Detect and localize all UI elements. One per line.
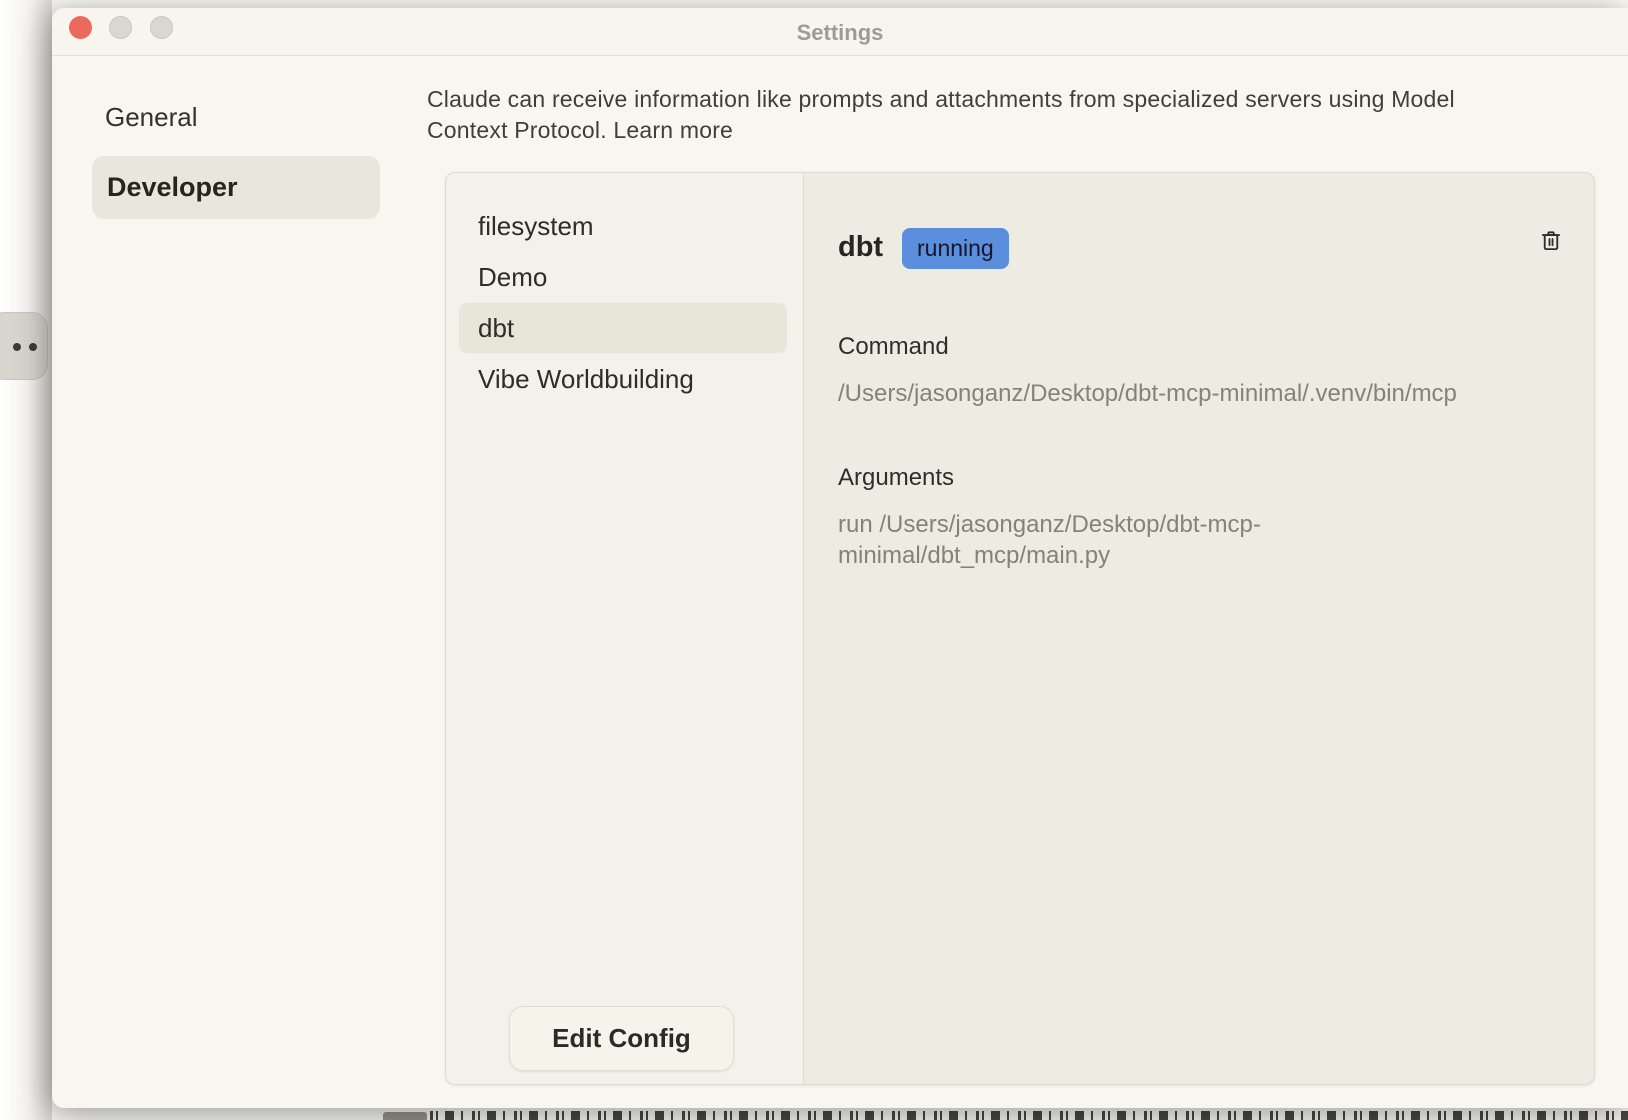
delete-server-button[interactable] [1536,227,1566,257]
server-list-item-dbt[interactable]: dbt [459,303,787,353]
server-item-label: dbt [478,313,514,344]
edit-config-button[interactable]: Edit Config [509,1006,734,1071]
settings-window: Settings General Developer Claude can re… [52,8,1628,1108]
arguments-value: run /Users/jasonganz/Desktop/dbt-mcp-min… [838,509,1338,571]
trash-icon [1538,242,1564,257]
status-badge: running [902,228,1009,269]
clipped-background-text [430,1111,1628,1120]
command-label: Command [838,333,949,361]
sidebar-item-label: Developer [107,172,238,203]
titlebar[interactable]: Settings [52,8,1628,56]
server-item-label: filesystem [478,211,594,242]
server-list-column: filesystem Demo dbt Vibe Worldbuilding E… [446,173,804,1084]
sidebar-item-general[interactable]: General [105,102,198,133]
dot-icon [13,343,21,351]
server-list-item-demo[interactable]: Demo [459,252,787,302]
server-list: filesystem Demo dbt Vibe Worldbuilding [446,201,803,405]
background-app-area [0,0,52,1120]
server-list-item-vibe-worldbuilding[interactable]: Vibe Worldbuilding [459,354,787,404]
server-item-label: Vibe Worldbuilding [478,364,694,395]
mcp-servers-panel: filesystem Demo dbt Vibe Worldbuilding E… [445,172,1595,1085]
background-drag-handle[interactable] [0,312,48,380]
command-value: /Users/jasonganz/Desktop/dbt-mcp-minimal… [838,378,1578,409]
learn-more-link[interactable]: Learn more [613,117,733,143]
server-detail-name: dbt [838,231,883,264]
dot-icon [29,343,37,351]
mcp-description: Claude can receive information like prom… [427,84,1529,146]
description-text: Claude can receive information like prom… [427,86,1455,143]
server-item-label: Demo [478,262,547,293]
sidebar-item-developer[interactable]: Developer [92,156,380,219]
server-list-item-filesystem[interactable]: filesystem [459,201,787,251]
arguments-label: Arguments [838,464,954,492]
window-title: Settings [52,20,1628,46]
background-window-fragment [383,1112,427,1120]
